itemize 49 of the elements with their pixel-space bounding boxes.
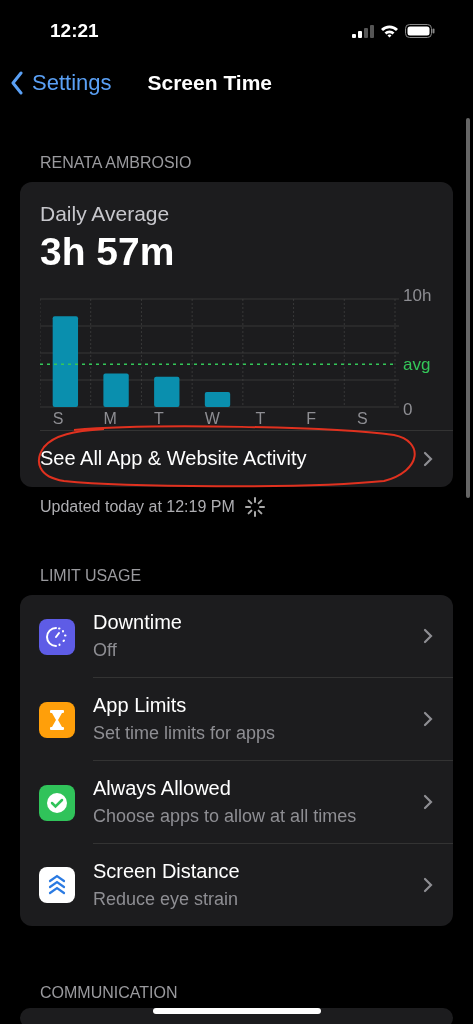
bar bbox=[103, 373, 129, 407]
chevron-right-icon bbox=[423, 877, 433, 893]
chevron-right-icon bbox=[423, 794, 433, 810]
loading-spinner-icon bbox=[244, 497, 265, 517]
wifi-icon bbox=[380, 24, 399, 38]
section-header: COMMUNICATION bbox=[39, 983, 179, 1003]
back-button[interactable]: Settings bbox=[10, 70, 112, 96]
section-header: LIMIT USAGE bbox=[39, 566, 143, 586]
checkmark-badge-icon bbox=[39, 784, 75, 821]
day-label: S bbox=[52, 410, 64, 426]
row-title: Downtime bbox=[93, 611, 182, 634]
row-title: Screen Distance bbox=[93, 860, 240, 883]
day-label: S bbox=[356, 410, 368, 426]
row-title: App Limits bbox=[93, 694, 188, 717]
settings-row[interactable]: Always Allowed Choose apps to allow at all times bbox=[20, 761, 453, 844]
row-subtitle: Reduce eye strain bbox=[93, 889, 240, 910]
chevron-right-icon bbox=[423, 711, 433, 727]
day-label: F bbox=[306, 410, 317, 426]
settings-row[interactable]: Downtime Off bbox=[20, 595, 453, 678]
battery-icon bbox=[405, 24, 435, 38]
chevron-right-icon bbox=[423, 450, 433, 467]
bar bbox=[204, 391, 231, 407]
day-label: M bbox=[103, 410, 117, 426]
chevron-right-icon bbox=[423, 628, 433, 644]
row-subtitle: Set time limits for apps bbox=[93, 723, 276, 744]
chevrons-up-icon bbox=[39, 867, 75, 903]
settings-row[interactable]: App Limits Set time limits for apps bbox=[20, 678, 453, 761]
bar bbox=[154, 376, 180, 407]
axis-label: 10h bbox=[403, 286, 432, 305]
row-title: Always Allowed bbox=[93, 777, 232, 800]
day-label: T bbox=[154, 410, 164, 426]
chevron-left-icon bbox=[10, 71, 24, 95]
average-label: avg bbox=[403, 355, 431, 375]
status-time: 12:21 bbox=[50, 20, 99, 42]
day-label: W bbox=[204, 410, 220, 426]
row-subtitle: Off bbox=[93, 640, 118, 661]
updated-text: Updated today at 12:19 PM bbox=[40, 498, 235, 516]
day-label: T bbox=[255, 410, 266, 426]
summary-label: Daily Average bbox=[40, 202, 171, 226]
settings-row[interactable]: Screen Distance Reduce eye strain bbox=[20, 844, 453, 926]
signal-icon bbox=[352, 24, 374, 38]
hourglass-icon bbox=[39, 701, 75, 738]
row-subtitle: Choose apps to allow at all times bbox=[93, 806, 357, 827]
section-header: RENATA AMBROSIO bbox=[39, 153, 193, 173]
activity-link[interactable]: See All App & Website Activity bbox=[40, 431, 453, 487]
page-title: Screen Time bbox=[147, 71, 272, 95]
summary-value: 3h 57m bbox=[40, 230, 176, 274]
moon-clock-icon bbox=[39, 618, 75, 655]
axis-label: 0 bbox=[403, 400, 413, 419]
